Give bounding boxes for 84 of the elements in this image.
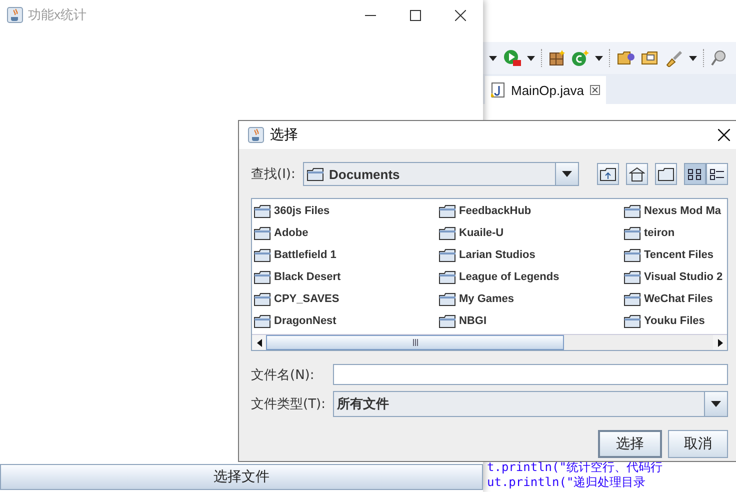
- folder-icon: [254, 292, 271, 306]
- folder-icon: [624, 292, 641, 306]
- folder-icon: [439, 204, 456, 218]
- folder-icon[interactable]: [641, 50, 659, 66]
- grip-icon: [412, 339, 418, 346]
- look-in-label: 查找(I):: [251, 166, 295, 183]
- window-title: 功能x统计: [28, 6, 88, 24]
- details-view-button[interactable]: [706, 163, 728, 185]
- scroll-left-icon[interactable]: [256, 338, 262, 346]
- folder-icon: [658, 168, 674, 180]
- caret-icon: [562, 171, 572, 177]
- list-view-button[interactable]: [684, 163, 706, 185]
- folder-icon: [254, 204, 271, 218]
- dropdown-caret-icon[interactable]: [527, 56, 535, 60]
- folder-name[interactable]: Larian Studios: [459, 249, 536, 261]
- folder-name[interactable]: Visual Studio 2: [644, 271, 723, 283]
- file-name-label: 文件名(N):: [251, 366, 316, 384]
- code-line: ut.println("递归处理目录: [486, 475, 647, 490]
- look-in-dropdown[interactable]: Documents: [303, 162, 580, 186]
- new-folder-button[interactable]: [655, 163, 677, 185]
- maximize-icon[interactable]: [410, 10, 421, 20]
- cancel-button[interactable]: 取消: [668, 430, 728, 458]
- folder-name[interactable]: Youku Files: [644, 315, 705, 327]
- folder-name[interactable]: CPY_SAVES: [274, 293, 340, 305]
- folder-name: Documents: [329, 166, 400, 182]
- folder-icon: [254, 226, 271, 240]
- folder-icon: [307, 168, 324, 180]
- folder-name[interactable]: 360js Files: [274, 205, 330, 217]
- new-class-icon[interactable]: [571, 50, 589, 66]
- folder-name[interactable]: League of Legends: [459, 271, 560, 283]
- folder-name[interactable]: My Games: [459, 293, 514, 305]
- folder-icon: [254, 270, 271, 284]
- folder-name[interactable]: WeChat Files: [644, 293, 713, 305]
- folder-icon: [439, 226, 456, 240]
- brush-icon[interactable]: [665, 50, 683, 66]
- folder-icon: [624, 314, 641, 328]
- folder-icon: [254, 248, 271, 262]
- run-icon[interactable]: [503, 49, 521, 67]
- folder-name[interactable]: DragonNest: [274, 315, 336, 327]
- folder-icon: [254, 314, 271, 328]
- close-icon[interactable]: [590, 85, 600, 95]
- folder-name[interactable]: Nexus Mod Ma: [644, 205, 722, 217]
- folder-name[interactable]: Tencent Files: [644, 249, 714, 261]
- home-button[interactable]: [626, 163, 648, 185]
- dialog-title: 选择: [270, 126, 299, 144]
- folder-icon: [624, 248, 641, 262]
- package-icon[interactable]: [549, 50, 565, 66]
- folder-icon: [439, 270, 456, 284]
- up-folder-button[interactable]: [597, 163, 619, 185]
- folder-icon: [439, 292, 456, 306]
- folder-icon: [624, 204, 641, 218]
- java-cup-icon: [7, 7, 23, 23]
- dropdown-caret-icon[interactable]: [595, 56, 603, 60]
- folder-name[interactable]: Adobe: [274, 227, 308, 239]
- folder-name[interactable]: teiron: [644, 227, 675, 239]
- choose-file-button[interactable]: 选择文件: [0, 464, 483, 490]
- folder-name[interactable]: Battlefield 1: [274, 249, 336, 261]
- file-type-label: 文件类型(T):: [251, 396, 325, 413]
- folder-icon: [439, 248, 456, 262]
- scrollbar-thumb[interactable]: [266, 335, 564, 350]
- folder-icon: [439, 314, 456, 328]
- folder-name[interactable]: Kuaile-U: [459, 227, 504, 239]
- home-icon: [629, 166, 645, 182]
- folder-icon: [624, 226, 641, 240]
- details-view-icon: [710, 168, 724, 180]
- caret-icon: [711, 401, 721, 407]
- file-tab[interactable]: MainOp.java: [485, 76, 606, 104]
- folder-name[interactable]: FeedbackHub: [459, 205, 532, 217]
- close-icon[interactable]: [455, 10, 466, 20]
- java-file-icon: [491, 82, 505, 98]
- dropdown-caret-icon[interactable]: [689, 56, 697, 60]
- open-folder-icon[interactable]: [617, 50, 635, 66]
- folder-icon: [624, 270, 641, 284]
- file-type-dropdown[interactable]: 所有文件: [333, 391, 728, 417]
- dropdown-caret-icon[interactable]: [489, 56, 497, 60]
- folder-name[interactable]: Black Desert: [274, 271, 341, 283]
- close-icon[interactable]: [718, 129, 730, 141]
- file-name-field[interactable]: [333, 364, 728, 385]
- folder-name[interactable]: NBGI: [459, 315, 486, 327]
- scroll-right-icon[interactable]: [718, 338, 722, 346]
- up-folder-icon: [600, 168, 616, 180]
- list-view-icon: [688, 168, 702, 180]
- choose-button[interactable]: 选择: [598, 430, 662, 458]
- java-cup-icon: [248, 127, 264, 143]
